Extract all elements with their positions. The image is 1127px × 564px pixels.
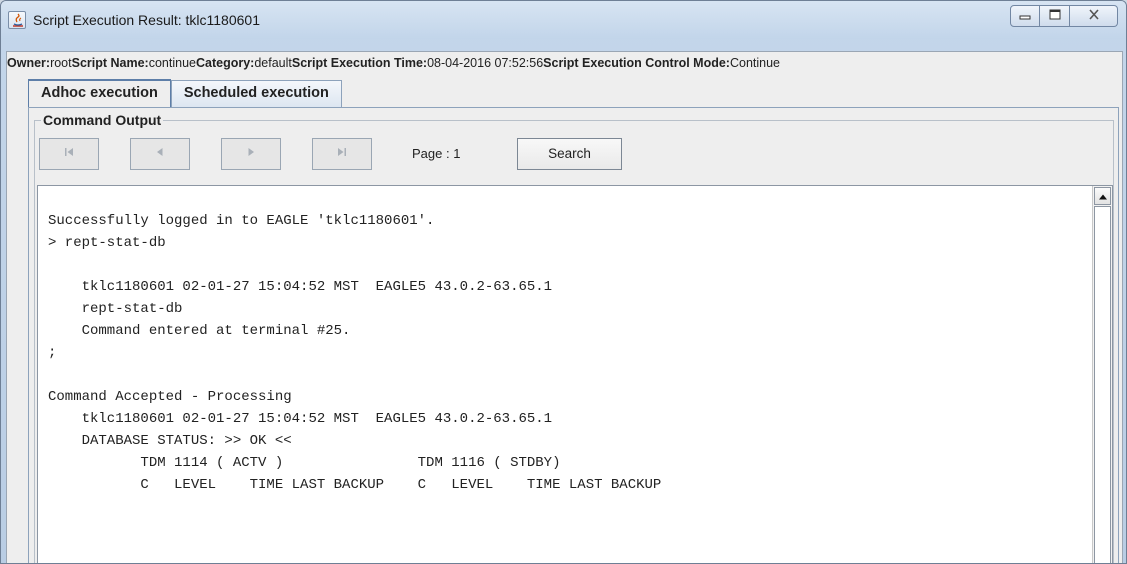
script-info-line: Owner:rootScript Name:continueCategory:d… (7, 56, 1122, 74)
owner-value: root (50, 56, 72, 70)
search-button[interactable]: Search (517, 138, 622, 170)
execution-tabs: Adhoc execution Scheduled execution (28, 79, 342, 108)
maximize-button[interactable] (1040, 5, 1070, 27)
tab-adhoc-execution[interactable]: Adhoc execution (28, 79, 171, 108)
previous-page-icon (154, 145, 166, 163)
script-execution-window: Script Execution Result: tklc1180601 Own… (0, 0, 1127, 564)
next-page-icon (245, 145, 257, 163)
control-mode-value: Continue (729, 56, 781, 70)
next-page-button[interactable] (221, 138, 281, 170)
scrollbar-thumb[interactable] (1094, 206, 1111, 563)
last-page-icon (336, 145, 348, 163)
last-page-button[interactable] (312, 138, 372, 170)
command-output-group: Command Output Page: 1 Search Successfu… (34, 112, 1114, 563)
window-controls (1010, 5, 1118, 27)
minimize-icon (1019, 7, 1031, 25)
category-value: default (254, 56, 292, 70)
maximize-icon (1049, 7, 1061, 25)
close-button[interactable] (1070, 5, 1118, 27)
script-name-value: continue (148, 56, 196, 70)
command-output-title: Command Output (41, 112, 164, 128)
scroll-up-button[interactable] (1094, 187, 1111, 205)
java-app-icon (8, 11, 26, 29)
minimize-button[interactable] (1010, 5, 1040, 27)
command-output-text: Successfully logged in to EAGLE 'tklc118… (48, 213, 662, 493)
vertical-scrollbar[interactable] (1092, 186, 1112, 563)
scroll-up-arrow-icon (1098, 187, 1107, 205)
script-name-label: Script Name: (71, 56, 149, 70)
page-number-label: Page : 1 (412, 146, 461, 161)
previous-page-button[interactable] (130, 138, 190, 170)
owner-label: Owner: (7, 56, 51, 70)
exec-time-label: Script Execution Time: (291, 56, 428, 70)
command-output-textarea[interactable]: Successfully logged in to EAGLE 'tklc118… (37, 185, 1113, 563)
window-content: Owner:rootScript Name:continueCategory:d… (6, 51, 1123, 563)
control-mode-label: Script Execution Control Mode: (543, 56, 730, 70)
close-icon (1088, 7, 1100, 25)
title-bar[interactable]: Script Execution Result: tklc1180601 (1, 1, 1126, 39)
first-page-button[interactable] (39, 138, 99, 170)
adhoc-execution-panel: Command Output Page: 1 Search Successfu… (28, 107, 1119, 563)
first-page-icon (63, 145, 75, 163)
exec-time-value: 08-04-2016 07:52:56 (427, 56, 544, 70)
category-label: Category: (195, 56, 255, 70)
tab-scheduled-execution[interactable]: Scheduled execution (170, 80, 342, 107)
window-title: Script Execution Result: tklc1180601 (33, 12, 260, 28)
